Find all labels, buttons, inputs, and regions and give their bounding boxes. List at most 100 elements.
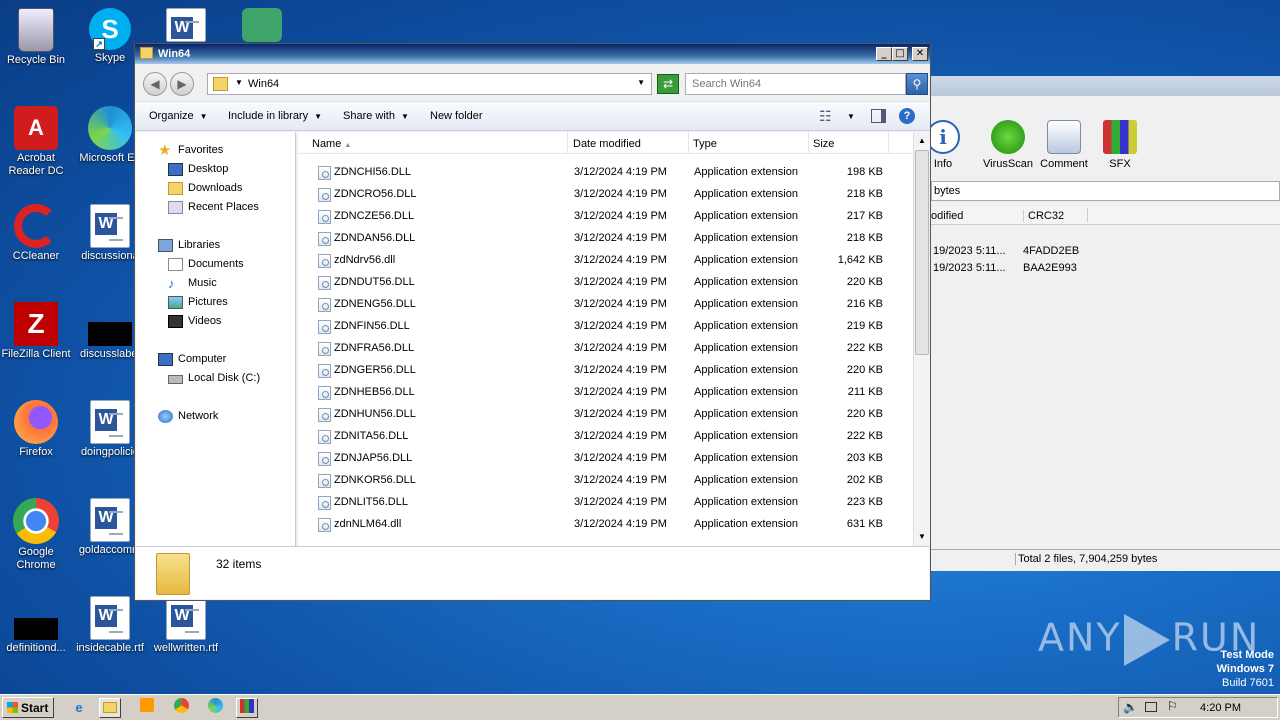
nav-local-disk[interactable]: Local Disk (C:) bbox=[168, 372, 260, 384]
file-row[interactable]: ZDNJAP56.DLL 3/12/2024 4:19 PM Application… bbox=[298, 446, 898, 468]
file-size: 220 KB bbox=[846, 408, 883, 420]
forward-button[interactable]: ▶ bbox=[170, 72, 194, 96]
desktop-icon-firefox[interactable]: Firefox bbox=[0, 400, 74, 459]
file-row[interactable]: ZDNCHI56.DLL 3/12/2024 4:19 PM Application… bbox=[298, 160, 898, 182]
title-bar[interactable]: Win64 _ □ ✕ bbox=[135, 44, 930, 64]
clock[interactable]: 4:20 PM bbox=[1200, 702, 1241, 714]
nav-documents[interactable]: Documents bbox=[168, 258, 244, 271]
start-button[interactable]: Start bbox=[2, 697, 54, 718]
column-type[interactable]: Type bbox=[689, 132, 809, 154]
minimize-button[interactable]: _ bbox=[876, 47, 892, 61]
column-name[interactable]: Name ▲ bbox=[298, 132, 568, 154]
black-file-icon bbox=[88, 322, 132, 346]
nav-recent-places[interactable]: Recent Places bbox=[168, 201, 259, 214]
media-player-icon[interactable] bbox=[136, 698, 158, 718]
edge-icon bbox=[207, 698, 223, 713]
comment-icon bbox=[1047, 120, 1081, 154]
view-dropdown-icon[interactable]: ▼ bbox=[847, 112, 855, 121]
winrar-taskbar-icon[interactable] bbox=[236, 698, 258, 718]
column-date-modified[interactable]: Date modified bbox=[569, 132, 689, 154]
vertical-scrollbar[interactable]: ▲ ▼ bbox=[913, 132, 930, 546]
nav-label: Recent Places bbox=[188, 201, 259, 213]
preview-pane-icon[interactable] bbox=[871, 109, 886, 123]
desktop-icon-chrome[interactable]: Google Chrome bbox=[0, 498, 74, 572]
desktop-icon-wellwritten[interactable]: wellwritten.rtf bbox=[148, 596, 224, 655]
nav-pictures[interactable]: Pictures bbox=[168, 296, 228, 309]
column-size[interactable]: Size bbox=[809, 132, 889, 154]
winrar-comment-button[interactable]: Comment bbox=[1034, 120, 1094, 170]
search-icon[interactable]: ⚲ bbox=[906, 73, 928, 95]
file-row[interactable]: ZDNDAN56.DLL 3/12/2024 4:19 PM Application… bbox=[298, 226, 898, 248]
nav-music[interactable]: ♪ Music bbox=[168, 277, 217, 290]
edge-taskbar-icon[interactable] bbox=[204, 698, 226, 718]
file-row[interactable]: ZDNHUN56.DLL 3/12/2024 4:19 PM Application… bbox=[298, 402, 898, 424]
word-document-icon bbox=[90, 596, 130, 640]
search-input[interactable] bbox=[685, 73, 906, 95]
file-row[interactable]: ZDNFIN56.DLL 3/12/2024 4:19 PM Application… bbox=[298, 314, 898, 336]
nav-favorites[interactable]: ★ Favorites bbox=[158, 143, 223, 158]
desktop-icon-label: definitiond... bbox=[6, 642, 66, 654]
nav-desktop[interactable]: Desktop bbox=[168, 163, 228, 176]
share-with-button[interactable]: Share with ▼ bbox=[343, 110, 409, 122]
scroll-down-arrow-icon[interactable]: ▼ bbox=[915, 529, 929, 545]
file-row[interactable]: zdnNLM64.dll 3/12/2024 4:19 PM Application… bbox=[298, 512, 898, 534]
shortcut-arrow-icon: ↗ bbox=[93, 38, 105, 50]
explorer-taskbar-icon[interactable] bbox=[99, 698, 121, 718]
close-button[interactable]: ✕ bbox=[912, 47, 928, 61]
nav-downloads[interactable]: Downloads bbox=[168, 182, 242, 195]
file-name: ZDNLIT56.DLL bbox=[334, 496, 408, 508]
file-row[interactable]: ZDNLIT56.DLL 3/12/2024 4:19 PM Application… bbox=[298, 490, 898, 512]
desktop-icon-recycle-bin[interactable]: Recycle Bin bbox=[0, 8, 74, 67]
maximize-button[interactable]: □ bbox=[892, 47, 908, 61]
desktop-icon-word-doc[interactable] bbox=[148, 8, 224, 45]
desktop-icon-acrobat[interactable]: A Acrobat Reader DC bbox=[0, 106, 74, 178]
nav-computer[interactable]: Computer bbox=[158, 353, 226, 366]
file-row[interactable]: ZDNDUT56.DLL 3/12/2024 4:19 PM Application… bbox=[298, 270, 898, 292]
nav-network[interactable]: Network bbox=[158, 410, 218, 423]
scroll-up-arrow-icon[interactable]: ▲ bbox=[915, 133, 929, 149]
column-modified[interactable]: odified bbox=[931, 210, 963, 222]
network-tray-icon[interactable] bbox=[1145, 702, 1157, 712]
flag-icon[interactable]: ⚐ bbox=[1167, 699, 1178, 713]
desktop-icon-app[interactable] bbox=[224, 8, 300, 44]
file-row[interactable]: zdNdrv56.dll 3/12/2024 4:19 PM Application… bbox=[298, 248, 898, 270]
column-crc32[interactable]: CRC32 bbox=[1023, 210, 1064, 222]
desktop-icon-definitiond[interactable]: definitiond... bbox=[0, 596, 74, 655]
winrar-path-bar[interactable]: bytes bbox=[931, 181, 1280, 201]
file-row[interactable]: ZDNCRO56.DLL 3/12/2024 4:19 PM Application… bbox=[298, 182, 898, 204]
organize-button[interactable]: Organize ▼ bbox=[149, 110, 208, 122]
address-dropdown-icon[interactable]: ▼ bbox=[637, 78, 645, 87]
file-date: 3/12/2024 4:19 PM bbox=[574, 518, 667, 530]
file-row[interactable]: ZDNENG56.DLL 3/12/2024 4:19 PM Application… bbox=[298, 292, 898, 314]
row-modified: 19/2023 5:11... bbox=[933, 245, 1006, 257]
internet-explorer-icon[interactable]: e bbox=[68, 698, 90, 718]
nav-videos[interactable]: Videos bbox=[168, 315, 221, 328]
column-label: Name bbox=[312, 138, 342, 150]
nav-libraries[interactable]: Libraries bbox=[158, 239, 220, 252]
word-document-icon bbox=[90, 400, 130, 444]
desktop-icon-ccleaner[interactable]: CCleaner bbox=[0, 204, 74, 263]
file-row[interactable]: ZDNKOR56.DLL 3/12/2024 4:19 PM Application… bbox=[298, 468, 898, 490]
file-row[interactable]: ZDNFRA56.DLL 3/12/2024 4:19 PM Application… bbox=[298, 336, 898, 358]
winrar-virusscan-button[interactable]: VirusScan bbox=[978, 120, 1038, 170]
chrome-taskbar-icon[interactable] bbox=[170, 698, 192, 718]
file-row[interactable]: ZDNHEB56.DLL 3/12/2024 4:19 PM Application… bbox=[298, 380, 898, 402]
refresh-button[interactable]: ⇄ bbox=[657, 74, 679, 94]
address-path[interactable]: Win64 bbox=[248, 78, 279, 90]
speaker-icon[interactable]: 🔈 bbox=[1123, 700, 1138, 714]
help-icon[interactable]: ? bbox=[899, 108, 915, 124]
file-date: 3/12/2024 4:19 PM bbox=[574, 474, 667, 486]
file-row[interactable]: ZDNITA56.DLL 3/12/2024 4:19 PM Application… bbox=[298, 424, 898, 446]
breadcrumb-chevron-icon[interactable]: ▼ bbox=[235, 78, 243, 87]
winrar-sfx-button[interactable]: SFX bbox=[1090, 120, 1150, 170]
back-button[interactable]: ◀ bbox=[143, 72, 167, 96]
file-row[interactable]: ZDNCZE56.DLL 3/12/2024 4:19 PM Application… bbox=[298, 204, 898, 226]
address-bar[interactable]: ▼ Win64 ▼ bbox=[207, 73, 652, 95]
desktop-icon-filezilla[interactable]: Z FileZilla Client bbox=[0, 302, 74, 361]
scroll-thumb[interactable] bbox=[915, 150, 929, 355]
include-in-library-button[interactable]: Include in library ▼ bbox=[228, 110, 322, 122]
view-options-icon[interactable]: ☷ bbox=[819, 108, 832, 125]
desktop-icon-insidecable[interactable]: insidecable.rtf bbox=[72, 596, 148, 655]
new-folder-button[interactable]: New folder bbox=[430, 110, 483, 122]
file-row[interactable]: ZDNGER56.DLL 3/12/2024 4:19 PM Application… bbox=[298, 358, 898, 380]
